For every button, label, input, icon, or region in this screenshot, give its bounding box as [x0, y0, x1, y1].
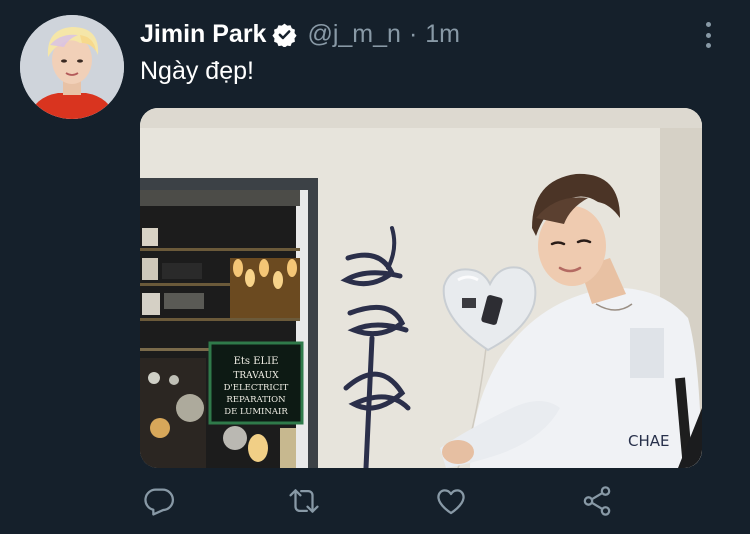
shop-sign-line-4: REPARATION	[226, 395, 286, 405]
tweet-photo[interactable]: Ets ELIE TRAVAUX D'ELECTRICIT REPARATION…	[140, 108, 702, 468]
timestamp[interactable]: 1m	[425, 20, 460, 49]
retweet-icon[interactable]	[287, 484, 321, 518]
tweet-text: Ngày đẹp!	[140, 57, 254, 85]
shop-sign-line-5: DE LUMINAIR	[224, 407, 288, 417]
avatar[interactable]	[20, 15, 124, 119]
like-icon[interactable]	[434, 484, 468, 518]
header-separator: ·	[408, 20, 418, 48]
display-name[interactable]: Jimin Park	[140, 20, 266, 49]
more-options-icon[interactable]	[700, 22, 716, 48]
avatar-image	[20, 15, 124, 119]
tweet-actions	[140, 484, 620, 518]
tweet-header: Jimin Park @j_m_n · 1m	[140, 20, 460, 49]
shop-sign-line-2: TRAVAUX	[233, 371, 279, 381]
shop-sign-line-1: Ets ELIE	[234, 356, 279, 367]
tweet-card[interactable]: Jimin Park @j_m_n · 1m Ngày đẹp! Ets ELI…	[0, 0, 750, 534]
user-handle[interactable]: @j_m_n	[307, 20, 400, 49]
reply-icon[interactable]	[142, 484, 176, 518]
shirt-text: CHAE	[628, 432, 670, 450]
shop-sign-line-3: D'ELECTRICIT	[224, 383, 289, 393]
share-icon[interactable]	[580, 484, 614, 518]
verified-badge-icon	[272, 22, 298, 47]
photo-scene: Ets ELIE TRAVAUX D'ELECTRICIT REPARATION…	[140, 108, 702, 468]
